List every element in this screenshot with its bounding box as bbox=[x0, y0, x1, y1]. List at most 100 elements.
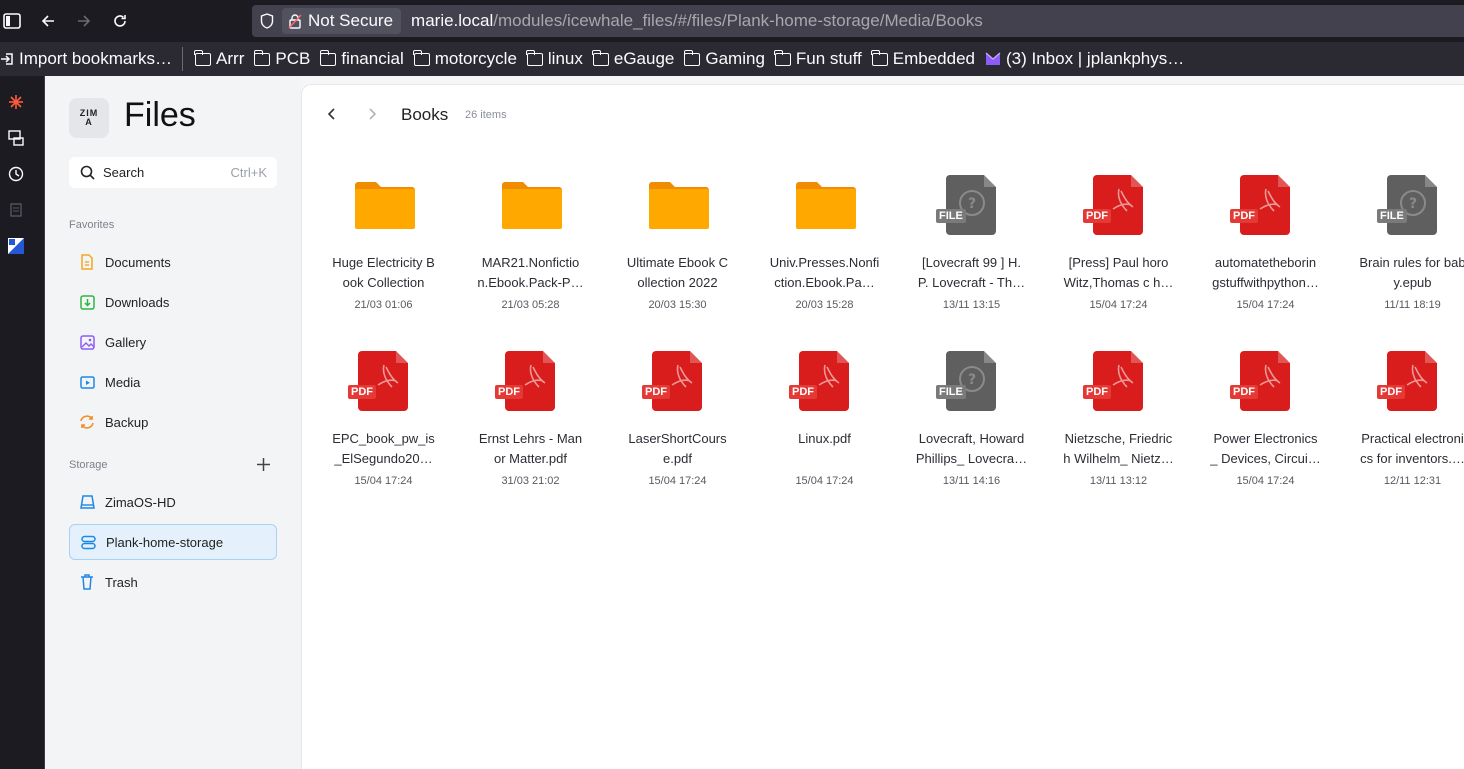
pdf-file-icon: PDF bbox=[1230, 175, 1290, 235]
file-name: Ernst Lehrs - Man or Matter.pdf bbox=[478, 431, 583, 466]
file-name: Ultimate Ebook C ollection 2022 bbox=[626, 255, 729, 290]
search-input[interactable]: Search Ctrl+K bbox=[69, 157, 277, 188]
document-icon bbox=[79, 254, 95, 270]
bookmark-folder[interactable]: PCB bbox=[248, 49, 314, 69]
file-tile[interactable]: ? FILE [Lovecraft 99 ] H. P. Lovecraft -… bbox=[913, 175, 1030, 325]
folder-tile[interactable]: Huge Electricity B ook Collection 21/03 … bbox=[325, 175, 442, 325]
file-date: 13/11 14:16 bbox=[942, 475, 1001, 487]
bookmark-folder[interactable]: Embedded bbox=[866, 49, 979, 69]
file-tile[interactable]: PDF Practical electroni cs for inventors… bbox=[1354, 351, 1464, 501]
bookmark-folder[interactable]: financial bbox=[314, 49, 407, 69]
file-thumbnail: ? FILE bbox=[936, 351, 1006, 415]
file-tile[interactable]: PDF automatetheborin gstuffwithpython… 1… bbox=[1207, 175, 1324, 325]
insecure-lock-icon bbox=[288, 14, 302, 29]
file-date: 15/04 17:24 bbox=[354, 475, 413, 487]
reload-icon[interactable] bbox=[102, 3, 138, 39]
file-tile[interactable]: PDF Linux.pdf 15/04 17:24 bbox=[766, 351, 883, 501]
sidebar-item-downloads[interactable]: Downloads bbox=[69, 284, 277, 320]
file-browser-panel: Books 26 items Huge Electricity B ook Co… bbox=[301, 84, 1464, 769]
sidebar-item-plank-home-storage[interactable]: Plank-home-storage bbox=[69, 524, 277, 560]
file-thumbnail bbox=[348, 175, 418, 239]
file-name: Huge Electricity B ook Collection bbox=[332, 255, 435, 290]
item-count: 26 items bbox=[465, 109, 507, 121]
sidebar-item-backup[interactable]: Backup bbox=[69, 404, 277, 440]
file-thumbnail bbox=[789, 175, 859, 239]
current-folder-name: Books bbox=[401, 105, 449, 124]
file-date: 13/11 13:12 bbox=[1089, 475, 1148, 487]
not-secure-indicator[interactable]: Not Secure bbox=[282, 8, 402, 34]
folder-icon bbox=[319, 49, 337, 66]
file-thumbnail: PDF bbox=[1377, 351, 1447, 415]
sidebar-item-media[interactable]: Media bbox=[69, 364, 277, 400]
bookmark-folder-label: Gaming bbox=[705, 49, 765, 68]
generic-file-icon: ? FILE bbox=[936, 175, 996, 235]
extension-star-icon[interactable] bbox=[8, 94, 24, 110]
file-tile[interactable]: PDF [Press] Paul horo Witz,Thomas c h… 1… bbox=[1060, 175, 1177, 325]
file-type-badge: PDF bbox=[642, 385, 670, 399]
gallery-icon bbox=[79, 334, 95, 350]
url-text[interactable]: marie.local/modules/icewhale_files/#/fil… bbox=[411, 11, 983, 31]
import-bookmarks[interactable]: Import bookmarks… bbox=[0, 49, 178, 69]
sidebar-item-gallery[interactable]: Gallery bbox=[69, 324, 277, 360]
bookmark-folder[interactable]: Gaming bbox=[678, 49, 769, 69]
sidebar-item-documents[interactable]: Documents bbox=[69, 244, 277, 280]
file-thumbnail bbox=[495, 175, 565, 239]
file-tile[interactable]: PDF EPC_book_pw_is _ElSegundo20… 15/04 1… bbox=[325, 351, 442, 501]
synced-tabs-icon[interactable] bbox=[8, 130, 24, 146]
trash-icon bbox=[79, 574, 95, 590]
file-tile[interactable]: PDF Power Electronics _ Devices, Circui…… bbox=[1207, 351, 1324, 501]
bookmark-folder[interactable]: Arrr bbox=[189, 49, 248, 69]
folder-tile[interactable]: Univ.Presses.Nonfi ction.Ebook.Pa… 20/03… bbox=[766, 175, 883, 325]
add-storage-button[interactable] bbox=[255, 456, 271, 472]
file-date: 12/11 12:31 bbox=[1383, 475, 1442, 487]
file-date: 15/04 17:24 bbox=[795, 475, 854, 487]
history-icon[interactable] bbox=[8, 166, 24, 182]
files-sidebar: ZIMA Files Search Ctrl+K Favorites Docum… bbox=[45, 76, 301, 769]
file-tile[interactable]: PDF Nietzsche, Friedric h Wilhelm_ Nietz… bbox=[1060, 351, 1177, 501]
sidebar-item-trash[interactable]: Trash bbox=[69, 564, 277, 600]
folder-icon bbox=[526, 49, 543, 66]
forward-arrow-icon[interactable] bbox=[66, 3, 102, 39]
url-bar[interactable]: Not Secure marie.local/modules/icewhale_… bbox=[252, 5, 1464, 37]
bookmark-folder[interactable]: linux bbox=[521, 49, 587, 69]
file-thumbnail: PDF bbox=[1083, 175, 1153, 239]
bookmark-folder[interactable]: eGauge bbox=[587, 49, 679, 69]
media-icon bbox=[79, 374, 95, 390]
url-host: marie.local bbox=[411, 11, 494, 30]
file-type-badge: PDF bbox=[1083, 385, 1111, 399]
forward-button[interactable] bbox=[362, 104, 382, 124]
security-label: Not Secure bbox=[308, 11, 394, 30]
notes-icon[interactable] bbox=[8, 202, 24, 218]
bookmark-inbox[interactable]: (3) Inbox | jplankphys… bbox=[979, 49, 1190, 69]
file-tile[interactable]: PDF LaserShortCours e.pdf 15/04 17:24 bbox=[619, 351, 736, 501]
storage-icon bbox=[80, 534, 96, 550]
file-tile[interactable]: PDF Ernst Lehrs - Man or Matter.pdf 31/0… bbox=[472, 351, 589, 501]
sidebar-item-zimaos-hd[interactable]: ZimaOS-HD bbox=[69, 484, 277, 520]
pdf-file-icon: PDF bbox=[789, 351, 849, 411]
back-arrow-icon[interactable] bbox=[30, 3, 66, 39]
sidebar-toggle-icon[interactable] bbox=[0, 3, 24, 39]
bookmark-folder-label: linux bbox=[547, 49, 583, 68]
folder-tile[interactable]: Ultimate Ebook C ollection 2022 20/03 15… bbox=[619, 175, 736, 325]
bookmark-inbox-label: (3) Inbox | jplankphys… bbox=[1005, 49, 1185, 68]
folder-icon bbox=[194, 49, 212, 66]
bookmark-folder[interactable]: Fun stuff bbox=[769, 49, 866, 69]
bookmark-folder-label: Fun stuff bbox=[795, 49, 862, 68]
extension-blue-icon[interactable] bbox=[8, 238, 24, 254]
folder-tile[interactable]: MAR21.Nonfictio n.Ebook.Pack-P… 21/03 05… bbox=[472, 175, 589, 325]
folder-icon bbox=[253, 49, 271, 66]
file-tile[interactable]: ? FILE Brain rules for bab y.epub 11/11 … bbox=[1354, 175, 1464, 325]
url-path: /modules/icewhale_files/#/files/Plank-ho… bbox=[493, 11, 983, 30]
folder-icon bbox=[649, 182, 709, 229]
pdf-file-icon: PDF bbox=[1230, 351, 1290, 411]
file-tile[interactable]: ? FILE Lovecraft, Howard Phillips_ Lovec… bbox=[913, 351, 1030, 501]
file-type-badge: PDF bbox=[1083, 209, 1111, 223]
sidebar-item-label: Media bbox=[105, 374, 141, 390]
file-type-badge: PDF bbox=[1377, 385, 1405, 399]
back-button[interactable] bbox=[322, 104, 342, 124]
bookmark-folder[interactable]: motorcycle bbox=[408, 49, 521, 69]
chevron-right-icon bbox=[369, 108, 377, 120]
shield-icon[interactable] bbox=[252, 13, 282, 29]
folder-icon bbox=[796, 182, 856, 229]
folder-icon bbox=[683, 49, 701, 66]
